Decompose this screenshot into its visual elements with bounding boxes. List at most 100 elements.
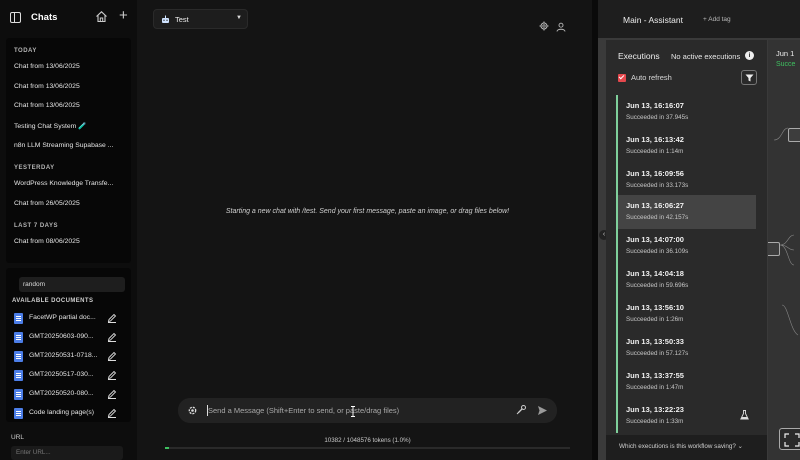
execution-item[interactable]: Jun 13, 13:50:33 Succeeded in 57.127s (616, 331, 756, 365)
executions-footer: Which executions is this workflow saving… (606, 435, 767, 460)
chat-main: Test ▼ Starting a new chat with /test. S… (137, 0, 598, 460)
edit-pencil-icon[interactable] (107, 351, 117, 361)
execution-status: Succeeded in 1:47m (626, 384, 684, 391)
empty-chat-message: Starting a new chat with /test. Send you… (225, 208, 510, 215)
execution-status: Succeeded in 1:14m (626, 148, 684, 155)
chat-history-list: TODAY Chat from 13/06/2025 Chat from 13/… (6, 38, 131, 263)
execution-time: Jun 13, 14:04:18 (626, 269, 684, 278)
url-input[interactable]: Enter URL... (11, 446, 123, 460)
documents-search-input[interactable]: random (19, 277, 125, 292)
microphone-icon[interactable] (515, 404, 527, 416)
document-icon (14, 389, 23, 400)
document-item[interactable]: Code landing page(s) (14, 407, 124, 421)
workflow-canvas[interactable]: Jun 1 Succe (768, 40, 800, 460)
workflow-node[interactable] (768, 242, 780, 256)
auto-refresh-checkbox[interactable] (618, 74, 626, 82)
execution-time: Jun 13, 16:13:42 (626, 135, 684, 144)
execution-status: Succeeded in 42.157s (626, 214, 689, 221)
chevron-down-icon: ▼ (236, 15, 242, 21)
saving-settings-text: Which executions is this workflow saving… (619, 443, 736, 450)
edit-pencil-icon[interactable] (107, 389, 117, 399)
chat-history-item[interactable]: n8n LLM Streaming Supabase ... (14, 142, 129, 149)
chevron-down-icon: ⌄ (737, 443, 743, 450)
filter-button[interactable] (741, 70, 757, 85)
edit-pencil-icon[interactable] (107, 408, 117, 418)
section-last-7-days: LAST 7 DAYS (14, 223, 58, 229)
execution-time: Jun 13, 16:06:27 (626, 201, 684, 210)
model-select[interactable]: Test ▼ (153, 9, 248, 29)
documents-panel: random AVAILABLE DOCUMENTS FacetWP parti… (6, 268, 131, 422)
document-icon (14, 332, 23, 343)
execution-time: Jun 13, 13:56:10 (626, 303, 684, 312)
chat-toolbar: Test ▼ (137, 0, 598, 40)
sidebar-title: Chats (31, 12, 58, 23)
auto-refresh-label[interactable]: Auto refresh (631, 73, 672, 82)
text-cursor-icon (351, 406, 355, 417)
new-chat-plus-icon[interactable]: + (119, 8, 128, 23)
document-icon (14, 313, 23, 324)
home-icon[interactable] (95, 10, 108, 23)
execution-time: Jun 13, 13:50:33 (626, 337, 684, 346)
chat-history-item[interactable]: Chat from 08/06/2025 (14, 238, 129, 245)
chat-history-item[interactable]: Testing Chat System 🧪 (14, 122, 129, 130)
sidebar-header: Chats + (0, 0, 137, 36)
document-icon (14, 370, 23, 381)
section-yesterday: YESTERDAY (14, 165, 55, 171)
chat-history-item[interactable]: Chat from 13/06/2025 (14, 83, 129, 90)
execution-item[interactable]: Jun 13, 16:09:56 Succeeded in 33.173s (616, 163, 756, 197)
execution-item[interactable]: Jun 13, 14:07:00 Succeeded in 36.109s (616, 229, 756, 263)
execution-item[interactable]: Jun 13, 16:16:07 Succeeded in 37.945s (616, 95, 756, 129)
execution-item[interactable]: Jun 13, 16:13:42 Succeeded in 1:14m (616, 129, 756, 163)
document-item[interactable]: GMT20250603-090... (14, 331, 124, 345)
message-input[interactable]: Send a Message (Shift+Enter to send, or … (208, 406, 399, 415)
execution-status: Succeeded in 36.109s (626, 248, 689, 255)
document-item[interactable]: GMT20250517-030... (14, 369, 124, 383)
document-item[interactable]: FacetWP partial doc... (14, 312, 124, 326)
executions-list: Jun 13, 16:16:07 Succeeded in 37.945s Ju… (616, 95, 766, 460)
execution-item-selected[interactable]: Jun 13, 16:06:27 Succeeded in 42.157s (616, 195, 756, 229)
filter-icon (745, 74, 754, 82)
token-usage-bar (165, 447, 570, 449)
document-label: GMT20250603-090... (29, 333, 94, 340)
edit-pencil-icon[interactable] (107, 313, 117, 323)
flask-icon (740, 410, 749, 420)
active-executions-status: No active executions (671, 52, 741, 61)
fullscreen-button[interactable] (779, 428, 800, 450)
chat-history-item[interactable]: Chat from 26/05/2025 (14, 200, 129, 207)
gear-icon[interactable] (539, 21, 549, 31)
execution-item[interactable]: Jun 13, 14:04:18 Succeeded in 59.696s (616, 263, 756, 297)
execution-status: Succeeded in 37.945s (626, 114, 689, 121)
documents-heading: AVAILABLE DOCUMENTS (12, 298, 94, 304)
document-label: GMT20250517-030... (29, 371, 94, 378)
workflow-node[interactable] (788, 128, 800, 142)
user-icon[interactable] (556, 22, 566, 32)
execution-item[interactable]: Jun 13, 13:37:55 Succeeded in 1:47m (616, 365, 756, 399)
add-tag-button[interactable]: + Add tag (703, 16, 731, 23)
execution-status: Succeeded in 59.696s (626, 282, 689, 289)
execution-item[interactable]: Jun 13, 13:56:10 Succeeded in 1:26m (616, 297, 756, 331)
settings-gear-icon[interactable] (187, 405, 198, 416)
send-icon[interactable] (537, 405, 548, 416)
execution-status: Succeeded in 33.173s (626, 182, 689, 189)
sidebar-toggle-icon[interactable] (10, 12, 21, 23)
chat-history-item[interactable]: Chat from 13/06/2025 (14, 102, 129, 109)
section-today: TODAY (14, 48, 37, 54)
execution-item[interactable]: Jun 13, 13:22:23 Succeeded in 1:33m (616, 399, 756, 433)
chat-history-item[interactable]: Chat from 13/06/2025 (14, 63, 129, 70)
message-composer: Send a Message (Shift+Enter to send, or … (178, 398, 557, 423)
document-item[interactable]: GMT20250531-0718... (14, 350, 124, 364)
chat-history-item[interactable]: WordPress Knowledge Transfe... (14, 180, 129, 187)
workflow-header: Main - Assistant + Add tag (598, 0, 800, 38)
execution-time: Jun 13, 16:09:56 (626, 169, 684, 178)
execution-time: Jun 13, 13:37:55 (626, 371, 684, 380)
workflow-name[interactable]: Main - Assistant (623, 15, 683, 25)
executions-panel: Executions No active executions i Auto r… (606, 40, 767, 460)
edit-pencil-icon[interactable] (107, 332, 117, 342)
execution-status: Succeeded in 57.127s (626, 350, 689, 357)
saving-settings-link[interactable]: Which executions is this workflow saving… (619, 443, 743, 450)
execution-status: Succeeded in 1:33m (626, 418, 684, 425)
document-icon (14, 408, 23, 419)
info-icon[interactable]: i (745, 51, 754, 60)
document-item[interactable]: GMT20250520-080... (14, 388, 124, 402)
edit-pencil-icon[interactable] (107, 370, 117, 380)
